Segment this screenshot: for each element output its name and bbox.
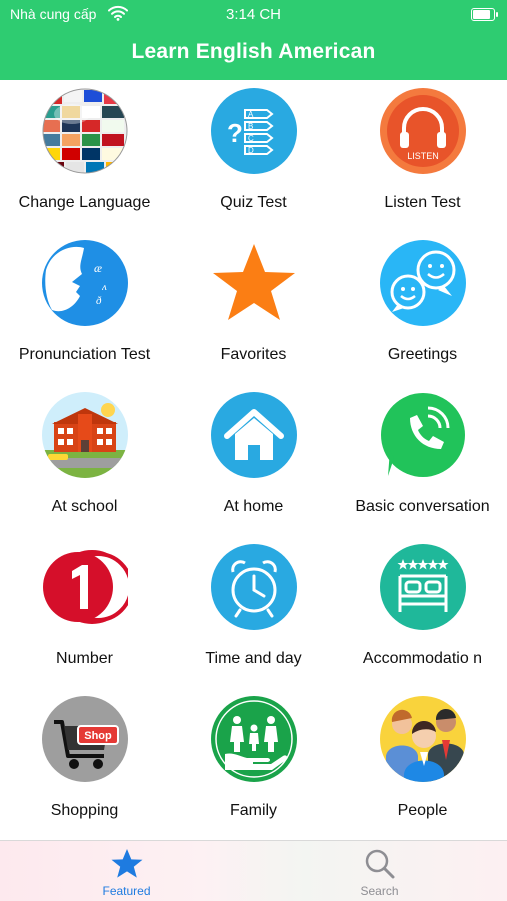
speaking-head-icon: æ ʌ ð [42, 240, 128, 326]
svg-text:B: B [248, 122, 253, 131]
menu-item-label: Greetings [387, 345, 458, 363]
globe-flags-icon [42, 88, 128, 174]
menu-item-shopping[interactable]: Shop Shopping [0, 688, 169, 840]
menu-item-family[interactable]: Family [169, 688, 338, 840]
school-building-icon [42, 392, 128, 478]
menu-item-people[interactable]: People [338, 688, 507, 840]
svg-text:A: A [248, 110, 254, 119]
svg-text:ʌ: ʌ [102, 281, 107, 293]
menu-item-label: Listen Test [384, 193, 461, 211]
shop-badge: Shop [84, 730, 112, 742]
menu-item-greetings[interactable]: Greetings [338, 232, 507, 384]
menu-item-label: Favorites [220, 345, 287, 363]
menu-item-basic-conversation[interactable]: Basic conversation [338, 384, 507, 536]
search-icon [363, 847, 397, 881]
menu-item-pronunciation-test[interactable]: æ ʌ ð Pronunciation Test [0, 232, 169, 384]
page-title: Learn English American [131, 40, 376, 63]
house-icon [211, 392, 297, 478]
menu-item-time-and-day[interactable]: Time and day [169, 536, 338, 688]
status-bar: Nhà cung cấp 3:14 CH [0, 0, 507, 30]
menu-item-listen-test[interactable]: LISTEN Listen Test [338, 80, 507, 232]
number-one-icon [42, 544, 133, 630]
menu-item-change-language[interactable]: Change Language [0, 80, 169, 232]
menu-item-label: Family [229, 801, 278, 819]
menu-item-at-school[interactable]: At school [0, 384, 169, 536]
menu-item-quiz-test[interactable]: ? ABCD Quiz Test [169, 80, 338, 232]
tab-featured-label: Featured [102, 884, 151, 898]
menu-item-label: Change Language [18, 193, 151, 211]
menu-item-accommodation[interactable]: Accommodatio n [338, 536, 507, 688]
menu-item-label: Pronunciation Test [18, 345, 151, 363]
tab-featured[interactable]: Featured [0, 841, 253, 901]
menu-item-label: At home [223, 497, 284, 515]
svg-text:D: D [248, 146, 254, 155]
topic-grid: Change Language ? ABCD Quiz Test LISTEN … [0, 80, 507, 840]
alarm-clock-icon [211, 544, 297, 630]
menu-item-number[interactable]: Number [0, 536, 169, 688]
svg-text:C: C [248, 134, 254, 143]
menu-item-label: Shopping [50, 801, 119, 819]
headphones-icon: LISTEN [380, 88, 466, 174]
star-icon [110, 847, 144, 881]
phone-chat-icon [380, 392, 466, 478]
menu-item-label: Quiz Test [220, 193, 287, 211]
status-time: 3:14 CH [225, 6, 282, 23]
battery-icon [471, 8, 498, 21]
people-icon [380, 696, 466, 782]
tab-search-label: Search [360, 884, 399, 898]
star-icon [211, 240, 297, 326]
menu-item-label: Time and day [205, 649, 302, 667]
menu-item-label: Number [56, 649, 113, 667]
menu-item-label: At school [51, 497, 118, 515]
listen-badge: LISTEN [407, 151, 439, 161]
tab-bar: Featured Search [0, 840, 507, 901]
svg-text:ð: ð [96, 295, 102, 307]
navigation-bar: Learn English American [0, 30, 507, 80]
smiley-chat-icon [380, 240, 466, 326]
svg-text:?: ? [227, 118, 243, 148]
quiz-icon: ? ABCD [211, 88, 297, 174]
shopping-cart-icon: Shop [42, 696, 128, 782]
tab-search[interactable]: Search [253, 841, 506, 901]
menu-item-label: People [397, 801, 448, 819]
hotel-bed-icon [380, 544, 466, 630]
menu-item-label: Accommodatio n [362, 649, 483, 667]
menu-item-at-home[interactable]: At home [169, 384, 338, 536]
family-icon [211, 696, 297, 782]
menu-item-favorites[interactable]: Favorites [169, 232, 338, 384]
svg-text:æ: æ [94, 261, 102, 275]
menu-item-label: Basic conversation [355, 497, 490, 515]
